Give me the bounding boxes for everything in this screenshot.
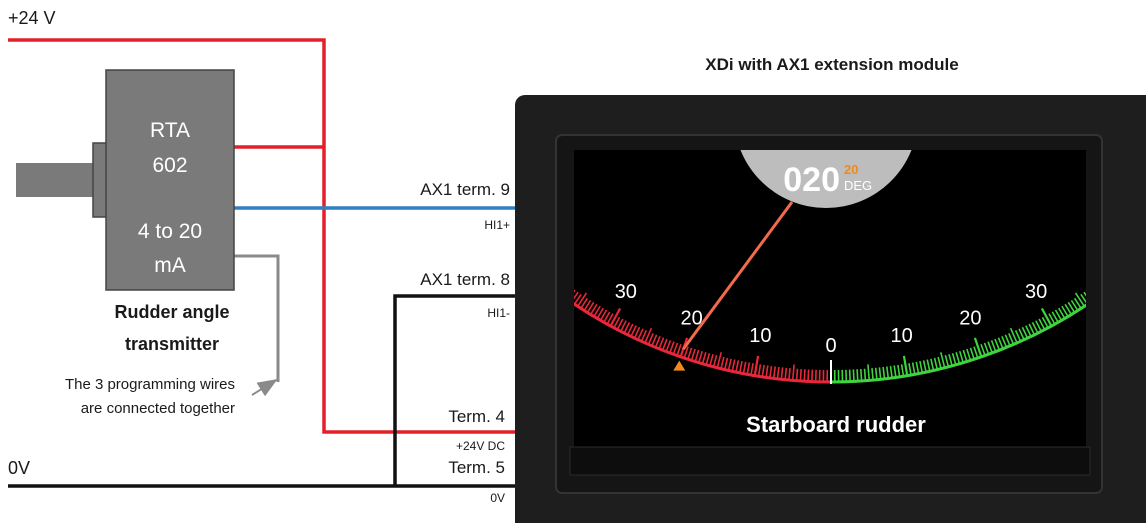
ax1-term9-label: AX1 term. 9 xyxy=(420,180,510,199)
transmitter-caption-line1: Rudder angle xyxy=(114,302,229,322)
wires xyxy=(8,38,522,488)
readout-unit: DEG xyxy=(844,178,872,193)
wiring-diagram: RTA 602 4 to 20 mA Rudder angle transmit… xyxy=(8,8,1146,523)
scale-label-port-10: 10 xyxy=(749,325,771,347)
port-scale-tick xyxy=(795,368,799,381)
ax1-term9-signal: HI1+ xyxy=(484,218,510,232)
ax1-term8-label: AX1 term. 8 xyxy=(420,270,510,289)
scale-label-zero: 0 xyxy=(825,335,836,357)
xdi-instrument: 020 20 DEG 40 30 20 10 0 10 20 30 40 Sta… xyxy=(515,95,1146,523)
term5-label: Term. 5 xyxy=(448,458,505,477)
transmitter-caption-line2: transmitter xyxy=(125,334,219,354)
port-scale-tick xyxy=(799,368,802,382)
starboard-scale-tick xyxy=(856,369,859,382)
transmitter-range-line2: mA xyxy=(154,254,186,277)
transmitter-model-line2: 602 xyxy=(152,154,187,177)
term4-label: Term. 4 xyxy=(448,407,505,426)
scale-label-stbd-10: 10 xyxy=(891,325,913,347)
scale-label-stbd-20: 20 xyxy=(959,308,981,330)
term5-signal: 0V xyxy=(490,491,505,505)
terminal-labels: AX1 term. 9 HI1+ AX1 term. 8 HI1- Term. … xyxy=(420,180,510,505)
scale-label-port-30: 30 xyxy=(615,281,637,303)
transmitter-range-line1: 4 to 20 xyxy=(138,220,202,243)
programming-note-line1: The 3 programming wires xyxy=(65,376,235,393)
ax1-term8-signal: HI1- xyxy=(487,306,510,320)
starboard-scale-tick xyxy=(852,369,855,382)
display-caption: Starboard rudder xyxy=(746,412,926,437)
device-title: XDi with AX1 extension module xyxy=(705,55,958,74)
rudder-angle-transmitter: RTA 602 4 to 20 mA Rudder angle transmit… xyxy=(16,69,235,354)
instrument-lower-strip xyxy=(569,446,1091,476)
term4-signal: +24V DC xyxy=(456,439,505,453)
port-scale-tick xyxy=(803,369,806,382)
programming-wire xyxy=(234,254,280,382)
plus24v-wire xyxy=(8,38,522,434)
starboard-scale-tick xyxy=(863,368,867,381)
transmitter-shaft xyxy=(16,163,98,197)
programming-arrow xyxy=(251,378,278,397)
readout-value: 020 xyxy=(783,161,840,199)
port-scale-tick xyxy=(788,368,791,381)
starboard-scale-tick xyxy=(871,368,874,381)
plus24v-label: +24 V xyxy=(8,8,56,28)
scale-label-stbd-30: 30 xyxy=(1025,281,1047,303)
readout-small: 20 xyxy=(844,162,858,177)
starboard-scale-tick xyxy=(860,368,863,382)
port-scale-tick xyxy=(807,369,810,382)
transmitter-model-line1: RTA xyxy=(150,119,190,142)
zero-v-label: 0V xyxy=(8,458,30,478)
programming-note-line2: are connected together xyxy=(81,400,235,417)
